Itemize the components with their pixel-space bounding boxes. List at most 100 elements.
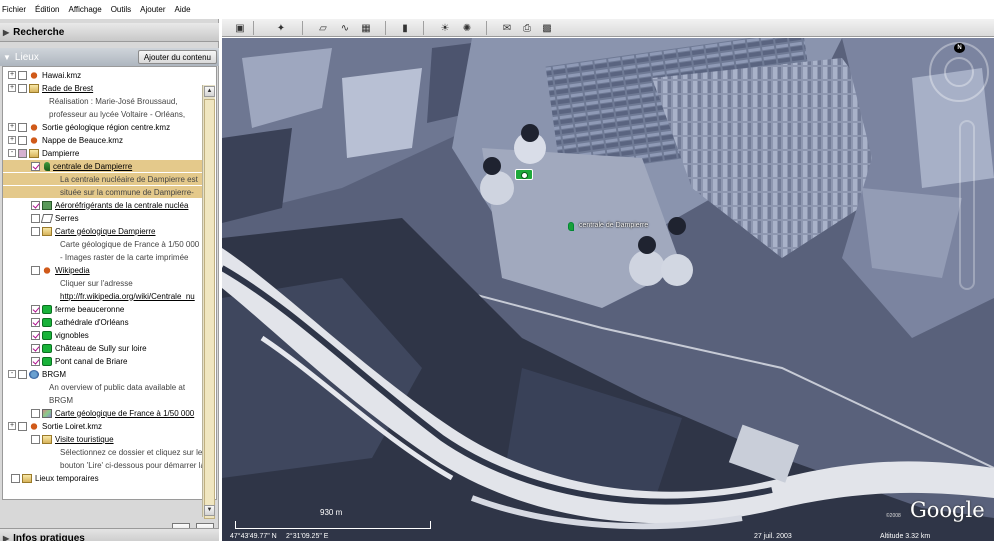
tree-item-description-text: Cliquer sur l'adresse [60,278,133,288]
tree-item[interactable]: Lieux temporaires [3,472,99,484]
tree-item[interactable]: - Dampierre [3,147,79,159]
visibility-checkbox[interactable] [31,200,40,210]
tree-item-label[interactable]: centrale de Dampierre [53,162,132,171]
tree-item-label: Nappe de Beauce.kmz [42,135,123,145]
menu-edition[interactable]: Édition [35,5,59,14]
visibility-checkbox[interactable] [31,161,40,171]
tree-item-label[interactable]: Rade de Brest [42,84,93,93]
visibility-checkbox[interactable] [18,369,27,379]
visibility-checkbox[interactable] [31,408,40,418]
tree-item-label[interactable]: Visite touristique [55,435,114,444]
visibility-checkbox[interactable] [18,421,27,431]
places-scrollbar[interactable]: ▲ ▼ [202,85,215,519]
ruler-icon[interactable]: ▮ [398,21,412,35]
menu-fichier[interactable]: Fichier [2,5,26,14]
zoom-slider[interactable] [959,120,975,290]
panel-lieux-header[interactable]: ▼ Lieux Ajouter du contenu [0,48,219,66]
collapse-arrow-icon: ▼ [3,52,11,62]
collapse-icon[interactable]: - [8,149,16,157]
tree-item[interactable]: Château de Sully sur loire [3,342,147,354]
tree-item-label[interactable]: Carte géologique Dampierre [55,227,156,236]
visibility-checkbox[interactable] [31,330,40,340]
scroll-up-icon[interactable]: ▲ [204,86,215,97]
sunlight-icon[interactable]: ☀ [438,21,452,35]
menu-ajouter[interactable]: Ajouter [140,5,165,14]
tree-item-label: Château de Sully sur loire [55,343,147,353]
tree-item[interactable]: Wikipedia [3,264,90,276]
navigation-compass[interactable]: N [929,42,989,102]
img-icon [42,408,52,418]
panel-recherche-header[interactable]: ▶ Recherche [0,23,219,42]
tree-item[interactable]: + Hawai.kmz [3,69,81,81]
add-content-button[interactable]: Ajouter du contenu [137,50,217,64]
tree-item[interactable]: Carte géologique de France à 1/50 000 [3,407,194,419]
tree-item-label[interactable]: Carte géologique de France à 1/50 000 [55,409,194,418]
visibility-checkbox[interactable] [31,304,40,314]
add-path-icon[interactable]: ∿ [338,21,352,35]
tree-item[interactable]: cathédrale d'Orléans [3,316,129,328]
print-icon[interactable]: ⎙ [520,21,534,35]
sky-icon[interactable]: ✺ [460,21,474,35]
tree-item[interactable]: Serres [3,212,79,224]
expand-icon[interactable]: + [8,84,16,92]
menu-aide[interactable]: Aide [175,5,191,14]
add-placemark-icon[interactable]: ✦ [274,21,288,35]
visibility-checkbox[interactable] [18,122,27,132]
tree-item[interactable]: - BRGM [3,368,66,380]
tree-item[interactable]: + Sortie géologique région centre.kmz [3,121,170,133]
visibility-checkbox[interactable] [31,265,40,275]
scroll-down-icon[interactable]: ▼ [204,505,215,516]
map-view[interactable]: centrale de Dampierre N 930 m ©2008 Goog… [222,38,994,541]
tree-item[interactable]: ferme beauceronne [3,303,124,315]
green-icon [42,356,52,366]
menu-outils[interactable]: Outils [111,5,131,14]
tree-item-description-text[interactable]: http://fr.wikipedia.org/wiki/Centrale_nu [60,292,195,301]
email-icon[interactable]: ✉ [500,21,514,35]
visibility-checkbox[interactable] [31,434,40,444]
tree-item-label: Sortie Loiret.kmz [42,421,103,431]
look-joystick[interactable] [944,57,974,87]
tree-item[interactable]: Pont canal de Briare [3,355,128,367]
toolbar-divider [486,21,487,35]
tree-item[interactable]: + Nappe de Beauce.kmz [3,134,123,146]
visibility-checkbox[interactable] [31,343,40,353]
tree-item[interactable]: Carte géologique Dampierre [3,225,156,237]
tree-item[interactable]: Aéroréfrigérants de la centrale nucléa [3,199,188,211]
tree-item-label[interactable]: Aéroréfrigérants de la centrale nucléa [55,201,188,210]
expand-icon[interactable]: + [8,123,16,131]
placemark-pin-icon[interactable] [568,222,574,231]
add-overlay-icon[interactable]: ▦ [359,21,373,35]
placemark-label[interactable]: centrale de Dampierre [579,222,648,229]
tree-item[interactable]: Visite touristique [3,433,114,445]
visibility-checkbox[interactable] [18,70,27,80]
expand-icon[interactable]: + [8,71,16,79]
tree-item-description: An overview of public data available at [3,381,185,393]
tree-item-description-text: An overview of public data available at [49,382,186,392]
tree-item-label[interactable]: Wikipedia [55,266,90,275]
panel-infos-header[interactable]: ▶ Infos pratiques [0,528,219,541]
tree-item[interactable]: vignobles [3,329,89,341]
sidebar-toggle-icon[interactable]: ▣ [233,21,247,35]
visibility-checkbox[interactable] [11,473,20,483]
toolbar-divider [302,21,303,35]
map-view-icon[interactable]: ▩ [540,21,554,35]
tree-item[interactable]: + Rade de Brest [3,82,93,94]
tree-item-description-text: située sur la commune de Dampierre- [60,187,194,197]
collapse-icon[interactable]: - [8,370,16,378]
visibility-checkbox[interactable] [31,356,40,366]
tree-item[interactable]: + Sortie Loiret.kmz [3,420,102,432]
visibility-checkbox[interactable] [18,83,27,93]
visibility-checkbox[interactable] [31,226,40,236]
visibility-checkbox[interactable] [31,213,40,223]
scroll-thumb[interactable] [204,99,215,519]
visibility-checkbox[interactable] [18,148,27,158]
tree-item[interactable]: centrale de Dampierre [3,160,203,172]
north-icon[interactable]: N [954,43,965,53]
visibility-checkbox[interactable] [31,317,40,327]
expand-icon[interactable]: + [8,136,16,144]
menu-affichage[interactable]: Affichage [68,5,101,14]
add-polygon-icon[interactable]: ▱ [316,21,330,35]
photo-overlay-icon[interactable] [515,169,533,180]
visibility-checkbox[interactable] [18,135,27,145]
expand-icon[interactable]: + [8,422,16,430]
